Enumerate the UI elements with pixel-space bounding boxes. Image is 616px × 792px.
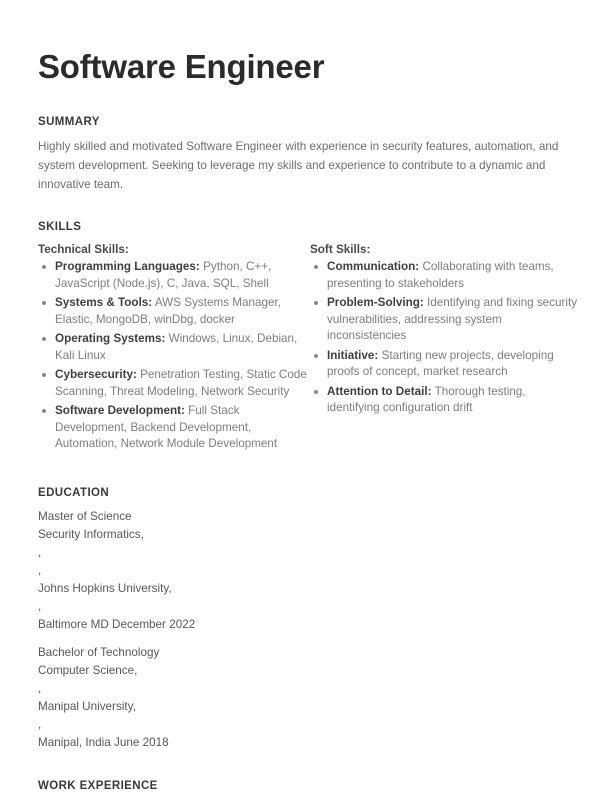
technical-skills-column: Technical Skills: Programming Languages:… bbox=[38, 243, 310, 453]
education-line: Manipal, India June 2018 bbox=[38, 735, 169, 749]
list-item: Software Development: Full Stack Develop… bbox=[38, 403, 310, 453]
skill-label: Programming Languages: bbox=[55, 260, 200, 273]
soft-skills-list: Communication: Collaborating with teams,… bbox=[310, 259, 578, 417]
skill-label: Operating Systems: bbox=[55, 332, 166, 345]
work-experience-heading: WORK EXPERIENCE bbox=[38, 779, 158, 792]
skill-label: Software Development: bbox=[55, 404, 185, 417]
education-heading: EDUCATION bbox=[38, 486, 110, 499]
education-line: Baltimore MD December 2022 bbox=[38, 617, 196, 631]
education-line: , bbox=[38, 717, 42, 731]
skill-label: Systems & Tools: bbox=[55, 296, 153, 309]
technical-skills-list: Programming Languages: Python, C++, Java… bbox=[38, 259, 310, 453]
list-item: Programming Languages: Python, C++, Java… bbox=[38, 259, 310, 292]
education-line: Johns Hopkins University, bbox=[38, 581, 172, 595]
education-entry: Master of Science Security Informatics, … bbox=[38, 508, 578, 634]
skills-columns: Technical Skills: Programming Languages:… bbox=[38, 243, 578, 453]
summary-section: SUMMARY Highly skilled and motivated Sof… bbox=[38, 116, 578, 194]
technical-skills-heading: Technical Skills: bbox=[38, 243, 129, 256]
list-item: Initiative: Starting new projects, devel… bbox=[310, 348, 578, 381]
list-item: Attention to Detail: Thorough testing, i… bbox=[310, 384, 578, 417]
education-line: Computer Science, bbox=[38, 663, 138, 677]
list-item: Operating Systems: Windows, Linux, Debia… bbox=[38, 331, 310, 364]
skill-label: Problem-Solving: bbox=[327, 296, 424, 309]
education-line: , bbox=[38, 599, 42, 613]
list-item: Communication: Collaborating with teams,… bbox=[310, 259, 578, 292]
resume-page: Software Engineer SUMMARY Highly skilled… bbox=[0, 0, 616, 792]
education-line: Master of Science bbox=[38, 509, 132, 523]
skills-heading: SKILLS bbox=[38, 221, 82, 233]
summary-heading: SUMMARY bbox=[38, 116, 100, 128]
education-line: Manipal University, bbox=[38, 699, 136, 713]
skill-label: Communication: bbox=[327, 260, 420, 273]
work-experience-section: WORK EXPERIENCE bbox=[38, 780, 578, 792]
education-line: Security Informatics, bbox=[38, 527, 144, 541]
skill-label: Attention to Detail: bbox=[327, 384, 432, 398]
skills-section: SKILLS Technical Skills: Programming Lan… bbox=[38, 221, 578, 453]
list-item: Cybersecurity: Penetration Testing, Stat… bbox=[38, 367, 310, 400]
skill-label: Initiative: bbox=[327, 348, 379, 362]
education-entry: Bachelor of Technology Computer Science,… bbox=[38, 644, 578, 752]
education-line: , bbox=[38, 545, 42, 559]
education-line: , bbox=[38, 563, 42, 577]
page-title: Software Engineer bbox=[38, 48, 325, 85]
summary-text: Highly skilled and motivated Software En… bbox=[38, 140, 559, 191]
education-line: Bachelor of Technology bbox=[38, 645, 160, 659]
education-line: , bbox=[38, 681, 42, 695]
list-item: Systems & Tools: AWS Systems Manager, El… bbox=[38, 295, 310, 328]
soft-skills-heading: Soft Skills: bbox=[310, 243, 371, 256]
soft-skills-column: Soft Skills: Communication: Collaboratin… bbox=[310, 243, 578, 453]
list-item: Problem-Solving: Identifying and fixing … bbox=[310, 295, 578, 345]
education-section: EDUCATION Master of Science Security Inf… bbox=[38, 487, 578, 752]
skill-label: Cybersecurity: bbox=[55, 368, 137, 381]
